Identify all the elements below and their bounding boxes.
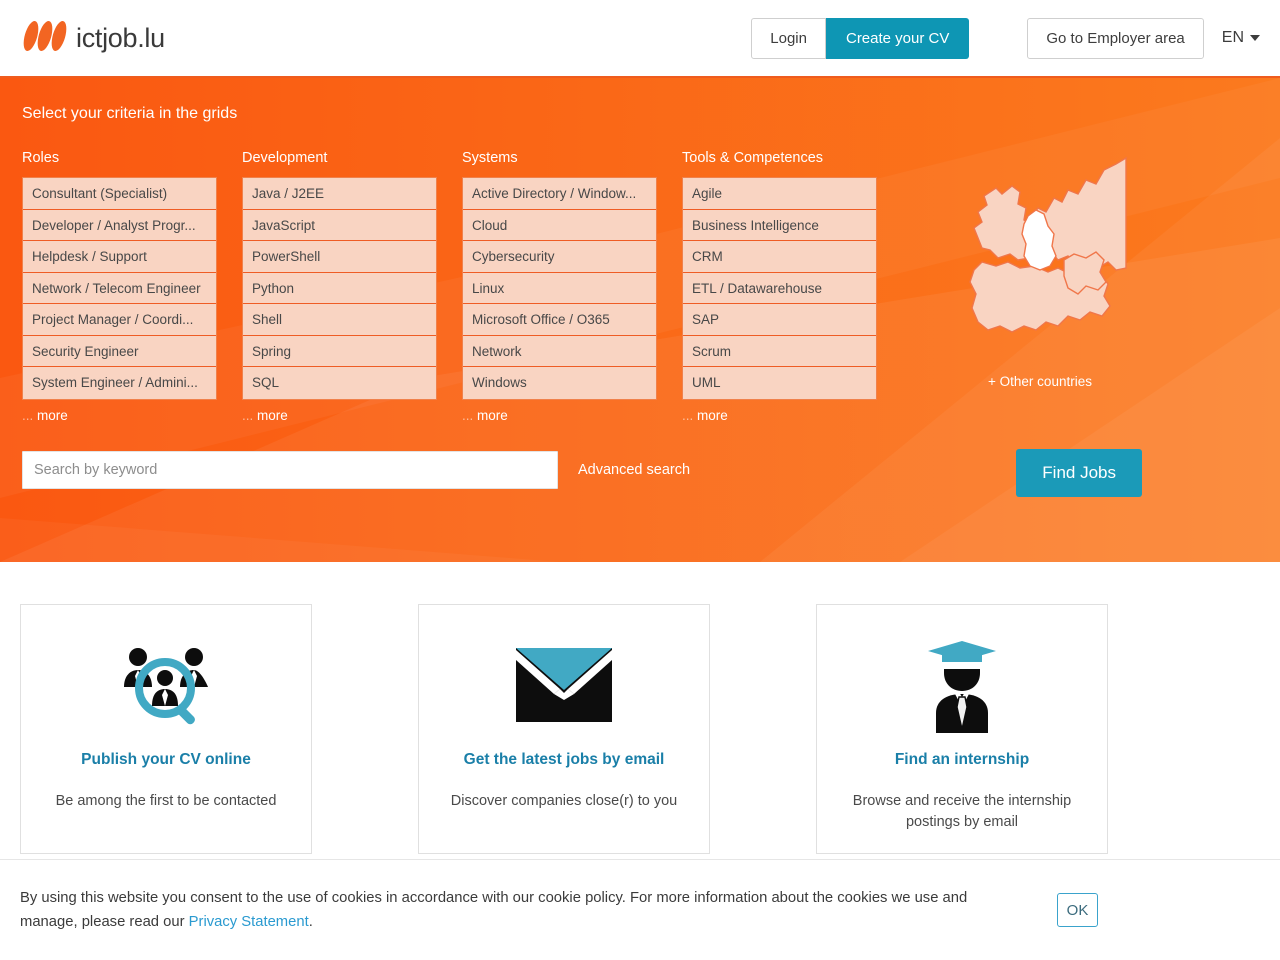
find-jobs-button[interactable]: Find Jobs — [1016, 449, 1142, 497]
criteria-item[interactable]: Spring — [243, 336, 436, 367]
more-link[interactable]: ... more — [462, 408, 657, 423]
people-search-icon — [114, 635, 219, 735]
criteria-grids: Roles Consultant (Specialist) Developer … — [22, 150, 877, 423]
card-description: Be among the first to be contacted — [55, 793, 277, 809]
criteria-item[interactable]: Microsoft Office / O365 — [463, 304, 656, 336]
criteria-item[interactable]: System Engineer / Admini... — [23, 367, 216, 399]
criteria-item[interactable]: Linux — [463, 273, 656, 304]
criteria-item[interactable]: Active Directory / Window... — [463, 178, 656, 210]
employer-area-button[interactable]: Go to Employer area — [1027, 17, 1204, 59]
criteria-item[interactable]: Business Intelligence — [683, 210, 876, 241]
criteria-item[interactable]: Java / J2EE — [243, 178, 436, 210]
card-description: Discover companies close(r) to you — [450, 793, 678, 809]
chevron-down-icon — [1250, 35, 1260, 41]
criteria-item[interactable]: ETL / Datawarehouse — [683, 273, 876, 304]
criteria-item[interactable]: Cloud — [463, 210, 656, 241]
criteria-item[interactable]: Scrum — [683, 336, 876, 367]
criteria-item[interactable]: Developer / Analyst Progr... — [23, 210, 216, 241]
criteria-column-roles: Roles Consultant (Specialist) Developer … — [22, 150, 217, 423]
header-actions: Login Create your CV Go to Employer area… — [751, 0, 1264, 76]
privacy-statement-link[interactable]: Privacy Statement — [189, 914, 309, 930]
criteria-item[interactable]: Network — [463, 336, 656, 367]
language-label: EN — [1221, 29, 1244, 46]
ellipsis: ... — [462, 407, 478, 423]
criteria-column-development: Development Java / J2EE JavaScript Power… — [242, 150, 437, 423]
login-button[interactable]: Login — [751, 17, 826, 59]
criteria-item[interactable]: Network / Telecom Engineer — [23, 273, 216, 304]
logo[interactable]: ictjob.lu — [20, 16, 165, 61]
cookie-text-after: . — [308, 914, 313, 930]
criteria-column-systems: Systems Active Directory / Window... Clo… — [462, 150, 657, 423]
column-heading: Tools & Competences — [682, 150, 824, 166]
card-jobs-by-email[interactable]: Get the latest jobs by email Discover co… — [418, 604, 710, 854]
hero-section: Select your criteria in the grids Roles … — [0, 78, 1280, 562]
cookie-text-before: By using this website you consent to the… — [20, 890, 968, 930]
more-link[interactable]: ... more — [242, 408, 437, 423]
criteria-list: Java / J2EE JavaScript PowerShell Python… — [242, 177, 437, 400]
hero-title: Select your criteria in the grids — [22, 105, 238, 122]
criteria-item[interactable]: PowerShell — [243, 241, 436, 273]
luxembourg-region-map-icon — [940, 156, 1140, 369]
more-link[interactable]: ... more — [22, 408, 217, 423]
criteria-item[interactable]: Consultant (Specialist) — [23, 178, 216, 210]
criteria-item[interactable]: SQL — [243, 367, 436, 399]
advanced-search-link[interactable]: Advanced search — [578, 462, 690, 478]
ellipsis: ... — [22, 407, 38, 423]
criteria-item[interactable]: Cybersecurity — [463, 241, 656, 273]
more-label: more — [257, 407, 288, 423]
promo-cards: Publish your CV online Be among the firs… — [0, 562, 1280, 854]
card-publish-cv[interactable]: Publish your CV online Be among the firs… — [20, 604, 312, 854]
card-find-internship[interactable]: Find an internship Browse and receive th… — [816, 604, 1108, 854]
criteria-item[interactable]: UML — [683, 367, 876, 399]
criteria-item[interactable]: Python — [243, 273, 436, 304]
search-input[interactable] — [22, 451, 558, 489]
cookie-text: By using this website you consent to the… — [20, 886, 1020, 934]
more-label: more — [477, 407, 508, 423]
create-cv-button[interactable]: Create your CV — [825, 17, 970, 59]
criteria-item[interactable]: Helpdesk / Support — [23, 241, 216, 273]
card-title: Publish your CV online — [81, 751, 251, 768]
criteria-column-tools: Tools & Competences Agile Business Intel… — [682, 150, 877, 423]
column-heading: Systems — [462, 150, 518, 166]
criteria-item[interactable]: CRM — [683, 241, 876, 273]
criteria-list: Agile Business Intelligence CRM ETL / Da… — [682, 177, 877, 400]
logo-text: ictjob.lu — [76, 22, 165, 53]
cookie-banner: By using this website you consent to the… — [0, 859, 1280, 960]
region-map[interactable]: + Other countries — [930, 150, 1150, 389]
more-link[interactable]: ... more — [682, 408, 877, 423]
criteria-item[interactable]: Security Engineer — [23, 336, 216, 367]
column-heading: Roles — [22, 150, 60, 166]
language-selector[interactable]: EN — [1222, 29, 1260, 47]
criteria-item[interactable]: JavaScript — [243, 210, 436, 241]
site-header: ictjob.lu Login Create your CV Go to Emp… — [0, 0, 1280, 78]
more-label: more — [37, 407, 68, 423]
other-countries-link[interactable]: + Other countries — [930, 374, 1150, 389]
criteria-item[interactable]: Windows — [463, 367, 656, 399]
ellipsis: ... — [682, 407, 698, 423]
graduate-icon — [926, 635, 998, 735]
more-label: more — [697, 407, 728, 423]
envelope-icon — [516, 635, 612, 735]
card-description: Browse and receive the internship postin… — [852, 793, 1072, 830]
criteria-item[interactable]: Agile — [683, 178, 876, 210]
column-heading: Development — [242, 150, 328, 166]
search-row: Advanced search — [22, 451, 690, 489]
three-slanted-bars-logo — [20, 16, 72, 61]
criteria-item[interactable]: SAP — [683, 304, 876, 336]
criteria-list: Active Directory / Window... Cloud Cyber… — [462, 177, 657, 400]
card-title: Find an internship — [894, 751, 1030, 768]
card-title: Get the latest jobs by email — [463, 751, 665, 768]
criteria-item[interactable]: Shell — [243, 304, 436, 336]
cookie-ok-button[interactable]: OK — [1057, 893, 1098, 927]
ellipsis: ... — [242, 407, 258, 423]
criteria-item[interactable]: Project Manager / Coordi... — [23, 304, 216, 336]
criteria-list: Consultant (Specialist) Developer / Anal… — [22, 177, 217, 400]
